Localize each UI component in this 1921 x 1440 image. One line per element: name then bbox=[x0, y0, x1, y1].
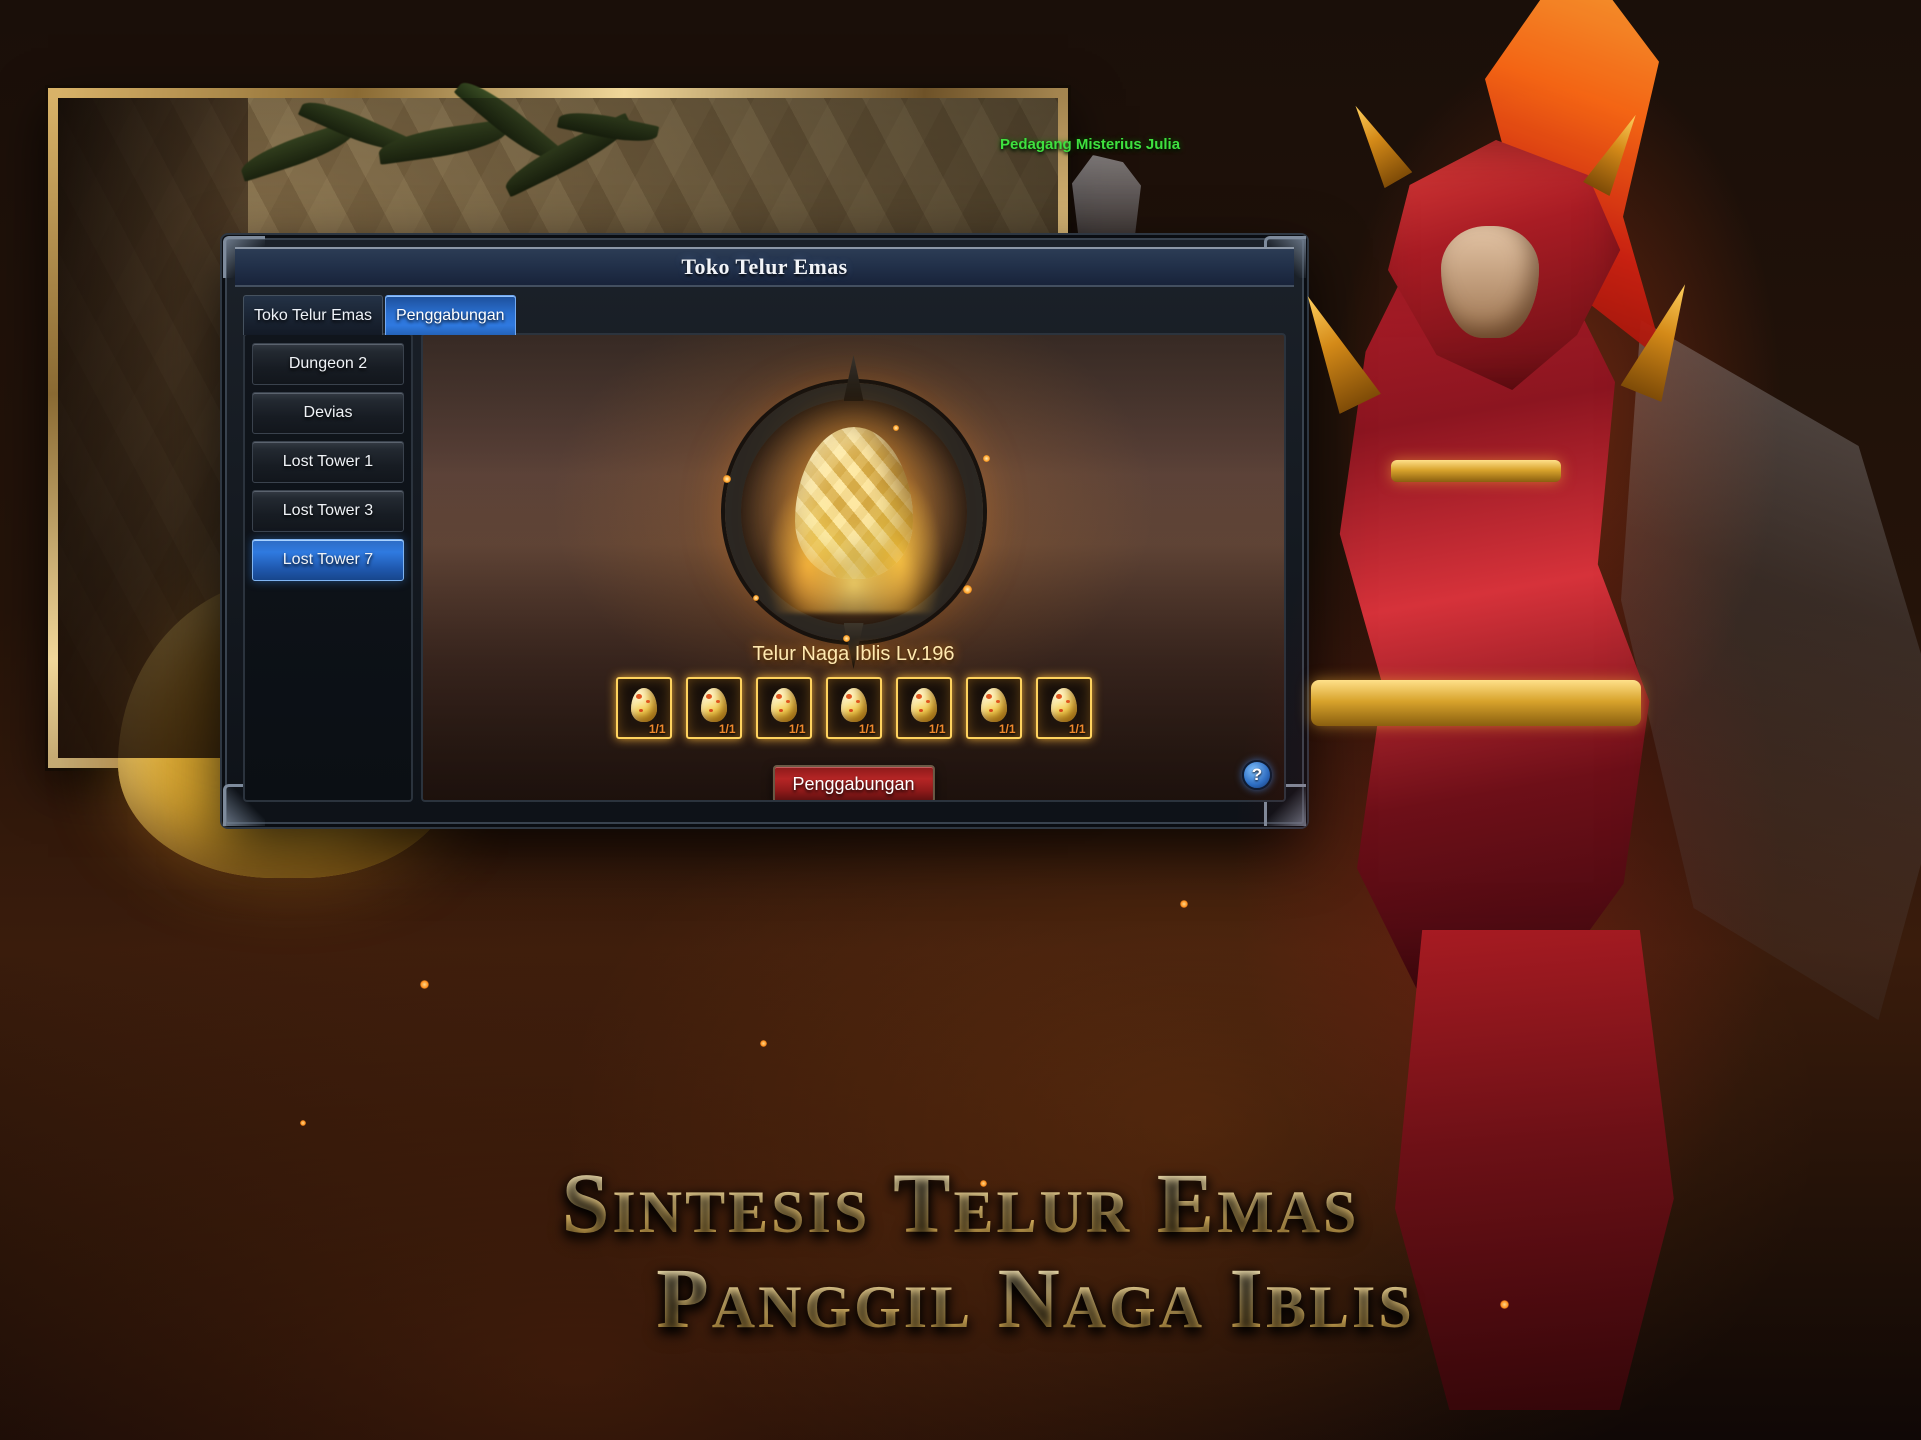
ember-spark bbox=[893, 425, 899, 431]
slot-count: 1/1 bbox=[858, 722, 876, 736]
sidebar-item-lost-tower-1[interactable]: Lost Tower 1 bbox=[252, 441, 404, 483]
ember-spark bbox=[983, 455, 990, 462]
tab-penggabungan[interactable]: Penggabungan bbox=[384, 295, 516, 335]
slot-count: 1/1 bbox=[718, 722, 736, 736]
dialog-tabs: Toko Telur Emas Penggabungan bbox=[243, 293, 516, 335]
ember-spark bbox=[963, 585, 972, 594]
ember-particle bbox=[300, 1120, 306, 1126]
tab-toko-telur-emas[interactable]: Toko Telur Emas bbox=[243, 295, 383, 335]
golden-egg-icon bbox=[770, 688, 797, 722]
ember-particle bbox=[760, 1040, 767, 1047]
sidebar-item-dungeon-2[interactable]: Dungeon 2 bbox=[252, 343, 404, 385]
sidebar-item-lost-tower-7[interactable]: Lost Tower 7 bbox=[252, 539, 404, 581]
sidebar-item-lost-tower-3[interactable]: Lost Tower 3 bbox=[252, 490, 404, 532]
golden-egg-icon bbox=[910, 688, 937, 722]
golden-egg-icon bbox=[840, 688, 867, 722]
merge-button[interactable]: Penggabungan bbox=[772, 765, 935, 800]
knight-belt bbox=[1311, 680, 1641, 726]
egg-slot[interactable]: 1/1 bbox=[965, 677, 1022, 739]
knight-face bbox=[1441, 226, 1539, 338]
golden-egg-icon bbox=[980, 688, 1007, 722]
screenshot-root: Pedagang Misterius Julia Toko Telur Emas… bbox=[0, 0, 1921, 1440]
egg-slot[interactable]: 1/1 bbox=[755, 677, 812, 739]
egg-slot[interactable]: 1/1 bbox=[895, 677, 952, 739]
flame-effect-icon bbox=[738, 453, 969, 613]
ember-spark bbox=[843, 635, 850, 642]
dungeon-list-sidebar: Dungeon 2 Devias Lost Tower 1 Lost Tower… bbox=[243, 333, 413, 802]
golden-egg-icon bbox=[700, 688, 727, 722]
ember-particle bbox=[1500, 1300, 1509, 1309]
ember-particle bbox=[420, 980, 429, 989]
golden-egg-icon bbox=[630, 688, 657, 722]
ember-particle bbox=[980, 1180, 987, 1187]
sidebar-item-devias[interactable]: Devias bbox=[252, 392, 404, 434]
slot-count: 1/1 bbox=[788, 722, 806, 736]
slot-count: 1/1 bbox=[648, 722, 666, 736]
egg-slot[interactable]: 1/1 bbox=[685, 677, 742, 739]
ember-spark bbox=[723, 475, 731, 483]
egg-slot[interactable]: 1/1 bbox=[825, 677, 882, 739]
dialog-title: Toko Telur Emas bbox=[681, 254, 848, 279]
dragon-knight-artwork bbox=[1061, 0, 1921, 1430]
slot-count: 1/1 bbox=[998, 722, 1016, 736]
ember-spark bbox=[753, 595, 759, 601]
ember-particle bbox=[1180, 900, 1188, 908]
slot-count: 1/1 bbox=[928, 722, 946, 736]
knight-chest-trim bbox=[1391, 460, 1561, 482]
egg-slot[interactable]: 1/1 bbox=[615, 677, 672, 739]
